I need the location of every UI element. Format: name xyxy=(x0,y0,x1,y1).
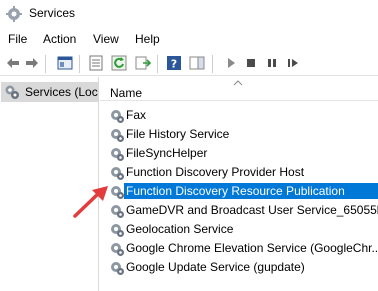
window-title: Services xyxy=(29,6,76,20)
service-gear-icon xyxy=(111,243,124,256)
start-service-icon[interactable] xyxy=(223,55,239,71)
service-gear-icon xyxy=(111,167,124,180)
list-item[interactable]: Geolocation Service xyxy=(107,220,378,239)
list-item[interactable]: Google Chrome Elevation Service (GoogleC… xyxy=(107,239,378,258)
refresh-icon[interactable] xyxy=(111,55,127,71)
console-tree: Services (Loca xyxy=(0,77,99,291)
service-name: Function Discovery Resource Publication xyxy=(124,183,378,199)
menu-file[interactable]: File xyxy=(8,32,27,46)
tree-item-label: Services (Loca xyxy=(25,85,98,99)
sort-ascending-icon xyxy=(233,80,243,86)
tree-item-services-local[interactable]: Services (Loca xyxy=(1,82,98,102)
list-item-selected[interactable]: Function Discovery Resource Publication xyxy=(107,182,378,201)
service-name: Fax xyxy=(126,108,147,122)
service-name: Function Discovery Provider Host xyxy=(126,165,305,179)
list-item[interactable]: Function Discovery Provider Host xyxy=(107,163,378,182)
service-name: FileSyncHelper xyxy=(126,146,208,160)
service-gear-icon xyxy=(111,262,124,275)
list-item[interactable]: Fax xyxy=(107,106,378,125)
properties-icon[interactable] xyxy=(88,55,104,71)
title-bar: Services xyxy=(0,0,378,27)
services-gear-icon xyxy=(6,6,22,22)
service-name: Google Chrome Elevation Service (GoogleC… xyxy=(126,241,378,255)
help-icon[interactable]: ? xyxy=(166,55,182,71)
toolbar: ? xyxy=(0,52,378,76)
column-header-name[interactable]: Name xyxy=(100,77,378,101)
show-action-pane-icon[interactable] xyxy=(189,55,205,71)
list-item[interactable]: FileSyncHelper xyxy=(107,144,378,163)
services-list: Name Fax File History Service FileSyncHe… xyxy=(100,77,378,291)
list-item[interactable]: File History Service xyxy=(107,125,378,144)
forward-arrow-icon[interactable] xyxy=(24,55,40,71)
service-name: File History Service xyxy=(126,127,230,141)
services-gear-icon xyxy=(5,85,19,99)
pause-service-icon[interactable] xyxy=(264,55,280,71)
menu-view[interactable]: View xyxy=(93,32,119,46)
menu-bar: File Action View Help xyxy=(0,30,378,50)
svg-text:?: ? xyxy=(171,58,177,71)
list-item[interactable]: GameDVR and Broadcast User Service_65055… xyxy=(107,201,378,220)
service-name: GameDVR and Broadcast User Service_65055… xyxy=(126,203,378,217)
service-gear-icon xyxy=(111,129,124,142)
menu-help[interactable]: Help xyxy=(135,32,160,46)
service-gear-icon xyxy=(111,110,124,123)
show-hide-console-tree-icon[interactable] xyxy=(57,55,73,71)
menu-action[interactable]: Action xyxy=(43,32,76,46)
service-gear-icon xyxy=(111,205,124,218)
service-gear-icon xyxy=(111,186,124,199)
export-list-icon[interactable] xyxy=(135,55,151,71)
list-item[interactable]: Google Update Service (gupdate) xyxy=(107,258,378,277)
service-name: Google Update Service (gupdate) xyxy=(126,260,305,274)
service-gear-icon xyxy=(111,224,124,237)
restart-service-icon[interactable] xyxy=(285,55,301,71)
stop-service-icon[interactable] xyxy=(243,55,259,71)
service-gear-icon xyxy=(111,148,124,161)
service-name: Geolocation Service xyxy=(126,222,234,236)
column-name-label: Name xyxy=(110,86,143,100)
back-arrow-icon[interactable] xyxy=(5,55,21,71)
